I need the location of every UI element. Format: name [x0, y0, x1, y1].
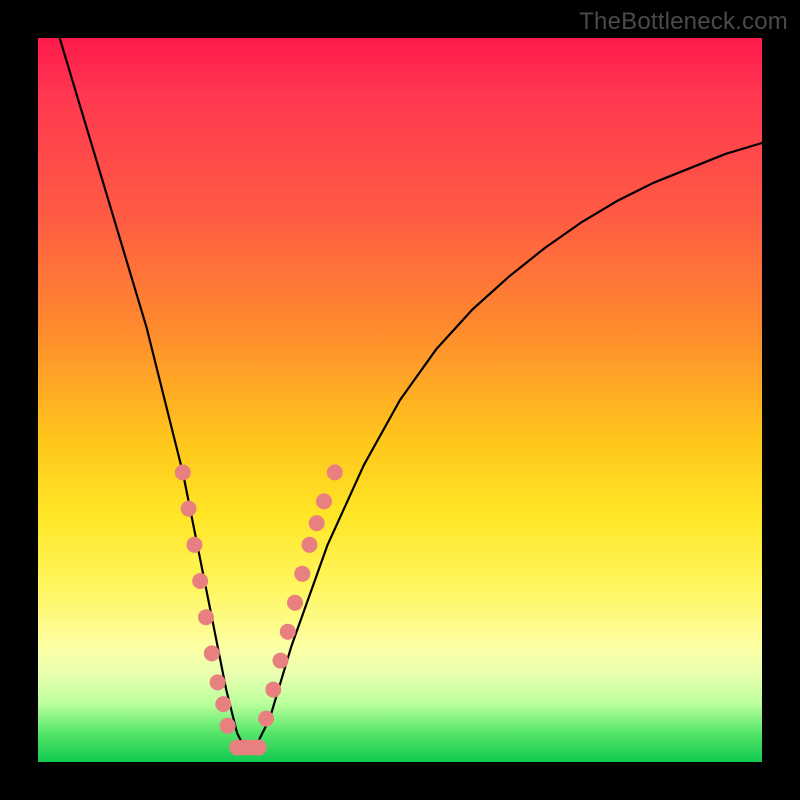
- sample-point: [198, 609, 214, 625]
- sample-point: [175, 464, 191, 480]
- sample-point: [192, 573, 208, 589]
- sample-point: [302, 537, 318, 553]
- sample-point: [186, 537, 202, 553]
- sample-point: [287, 595, 303, 611]
- sample-point: [210, 674, 226, 690]
- sample-point: [327, 464, 343, 480]
- points-layer: [175, 464, 343, 755]
- sample-point: [251, 740, 267, 756]
- chart-frame: TheBottleneck.com: [0, 0, 800, 800]
- sample-point: [220, 718, 236, 734]
- plot-area: [38, 38, 762, 762]
- watermark-text: TheBottleneck.com: [579, 8, 788, 36]
- sample-point: [294, 566, 310, 582]
- sample-point: [265, 682, 281, 698]
- bottleneck-curve-path: [60, 38, 762, 748]
- sample-point: [280, 624, 296, 640]
- sample-point: [215, 696, 231, 712]
- sample-point: [316, 493, 332, 509]
- sample-point: [204, 645, 220, 661]
- sample-point: [273, 653, 289, 669]
- sample-point: [309, 515, 325, 531]
- curve-layer: [60, 38, 762, 748]
- sample-point: [181, 501, 197, 517]
- sample-point: [258, 711, 274, 727]
- chart-svg: [38, 38, 762, 762]
